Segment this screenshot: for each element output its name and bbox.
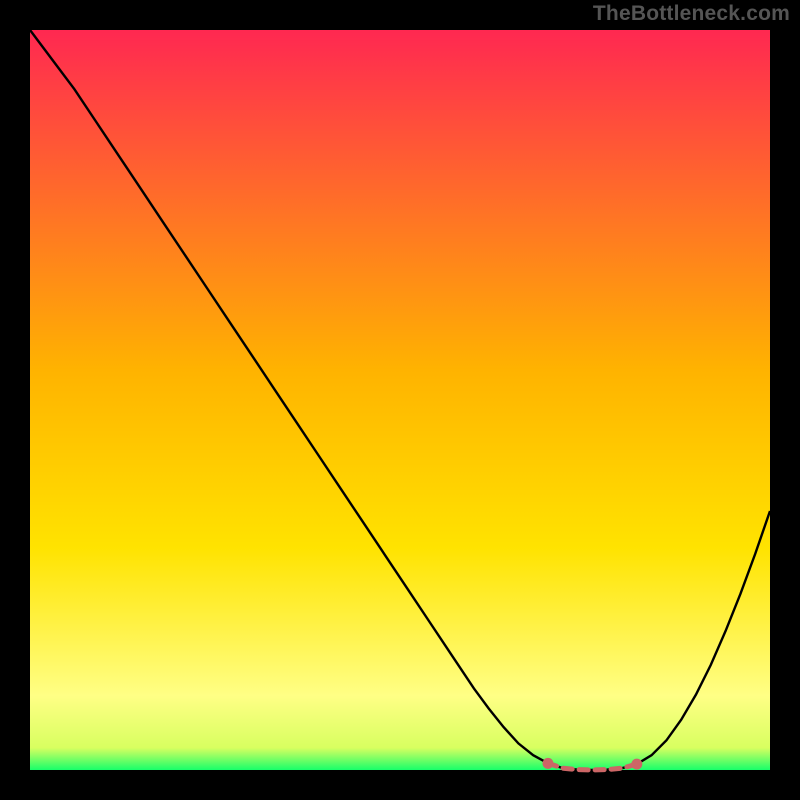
chart-frame: TheBottleneck.com	[0, 0, 800, 800]
bottleneck-chart	[0, 0, 800, 800]
heatmap-background	[30, 30, 770, 770]
watermark-text: TheBottleneck.com	[593, 2, 790, 26]
